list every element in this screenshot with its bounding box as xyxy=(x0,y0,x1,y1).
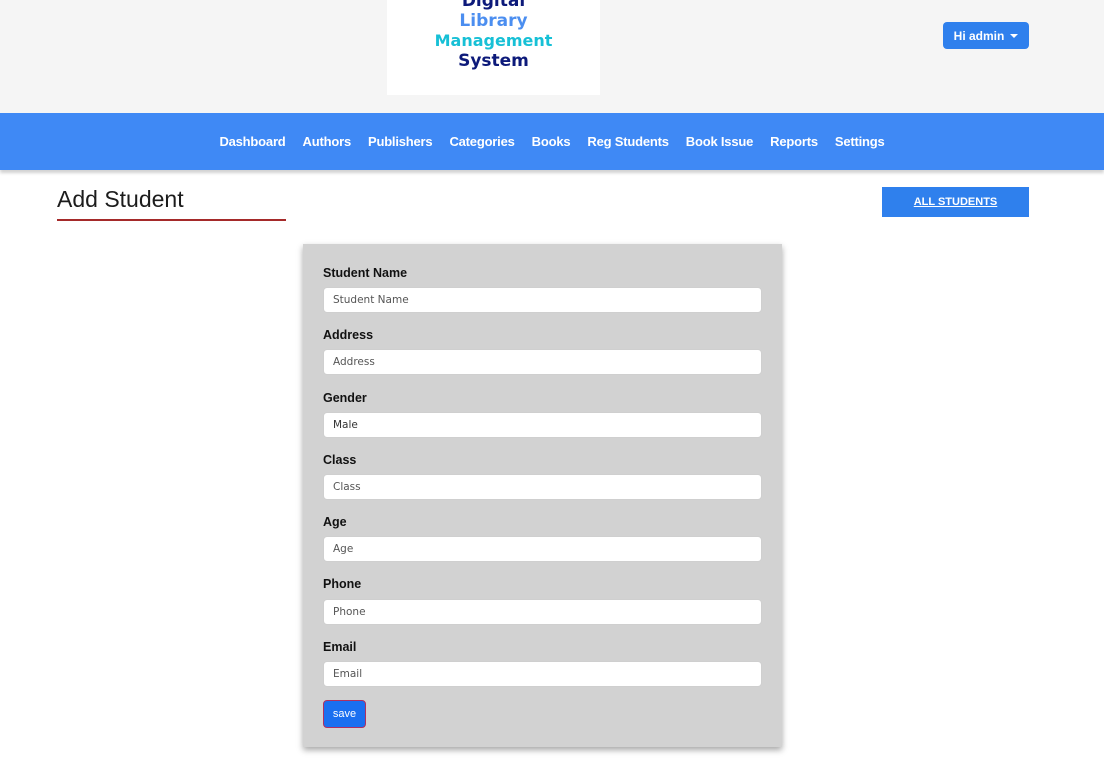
nav-item-categories[interactable]: Categories xyxy=(441,134,523,149)
phone-label: Phone xyxy=(323,577,362,591)
nav-item-book-issue[interactable]: Book Issue xyxy=(677,134,761,149)
page-title: Add Student xyxy=(57,186,184,212)
logo-line-1: Digital xyxy=(461,0,526,11)
logo-line-3: Management xyxy=(434,31,553,50)
nav-item-settings[interactable]: Settings xyxy=(826,134,893,149)
address-label: Address xyxy=(323,328,374,342)
gender-select[interactable]: Male xyxy=(323,412,762,438)
main-navbar: Dashboard Authors Publishers Categories … xyxy=(0,113,1104,170)
address-input[interactable]: Address xyxy=(323,349,762,375)
gender-label: Gender xyxy=(323,391,367,405)
nav-item-books[interactable]: Books xyxy=(523,134,579,149)
age-label: Age xyxy=(323,515,347,529)
class-input[interactable]: Class xyxy=(323,474,762,500)
email-label: Email xyxy=(323,640,357,654)
age-input[interactable]: Age xyxy=(323,536,762,562)
nav-item-reg-students[interactable]: Reg Students xyxy=(579,134,677,149)
nav-item-reports[interactable]: Reports xyxy=(762,134,827,149)
add-student-form: Student Name Student Name Address Addres… xyxy=(303,244,782,747)
email-input[interactable]: Email xyxy=(323,661,762,687)
site-logo: Digital Library Management System xyxy=(387,0,600,95)
nav-item-dashboard[interactable]: Dashboard xyxy=(211,134,294,149)
nav-item-authors[interactable]: Authors xyxy=(294,134,359,149)
student-name-input[interactable]: Student Name xyxy=(323,287,762,313)
save-button[interactable]: save xyxy=(323,700,366,728)
logo-line-4: System xyxy=(458,51,529,71)
all-students-button[interactable]: ALL STUDENTS xyxy=(882,187,1029,217)
user-menu-label: Hi admin xyxy=(953,28,1005,43)
title-underline xyxy=(57,219,286,221)
nav-item-publishers[interactable]: Publishers xyxy=(359,134,440,149)
phone-input[interactable]: Phone xyxy=(323,599,762,625)
logo-line-2: Library xyxy=(459,11,528,31)
student-name-label: Student Name xyxy=(323,266,408,280)
caret-down-icon xyxy=(1010,34,1019,38)
user-menu-button[interactable]: Hi admin xyxy=(943,22,1029,49)
top-header: Digital Library Management System Hi adm… xyxy=(0,0,1104,113)
class-label: Class xyxy=(323,453,357,467)
